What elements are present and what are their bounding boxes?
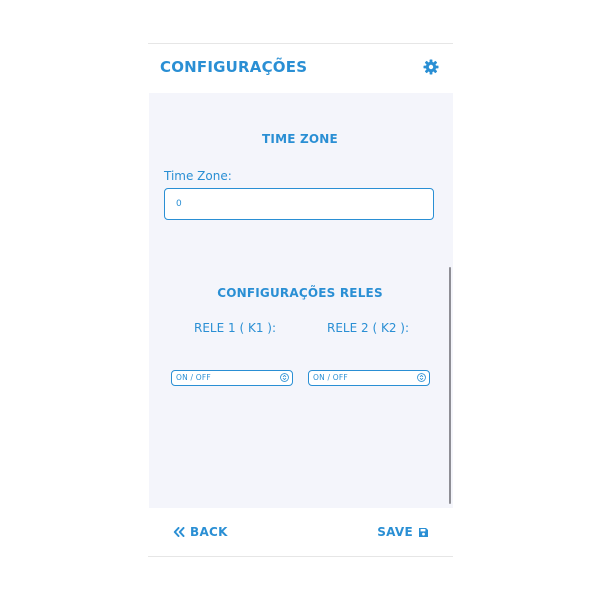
relays-section-title: CONFIGURAÇÕES RELES (217, 286, 383, 300)
relay2-selected-value: ON / OFF (313, 373, 348, 382)
header-bar: CONFIGURAÇÕES (148, 44, 453, 92)
floppy-disk-icon (419, 527, 428, 537)
bottom-divider (148, 556, 453, 557)
relay1-select[interactable]: ON / OFF (171, 370, 293, 386)
settings-content: TIME ZONE Time Zone: CONFIGURAÇÕES RELES… (149, 93, 453, 508)
relay2-label: RELE 2 ( K2 ): (327, 321, 409, 335)
timezone-section-title: TIME ZONE (262, 132, 338, 146)
back-button-label: BACK (190, 525, 228, 539)
gear-icon[interactable] (423, 59, 439, 75)
scrollbar[interactable] (449, 267, 451, 504)
footer-bar: BACK SAVE (148, 508, 453, 556)
save-button[interactable]: SAVE (377, 524, 429, 540)
select-arrows-icon (417, 373, 426, 382)
timezone-input[interactable] (164, 188, 434, 220)
settings-screen: CONFIGURAÇÕES TIME ZONE Time Zone: CONFI… (148, 43, 453, 557)
page-title: CONFIGURAÇÕES (160, 58, 308, 76)
back-button[interactable]: BACK (173, 524, 228, 540)
relay1-label: RELE 1 ( K1 ): (194, 321, 276, 335)
select-arrows-icon (280, 373, 289, 382)
relay1-selected-value: ON / OFF (176, 373, 211, 382)
relay2-select[interactable]: ON / OFF (308, 370, 430, 386)
double-chevron-left-icon (173, 527, 185, 537)
save-button-label: SAVE (377, 525, 413, 539)
timezone-field-label: Time Zone: (164, 169, 232, 183)
